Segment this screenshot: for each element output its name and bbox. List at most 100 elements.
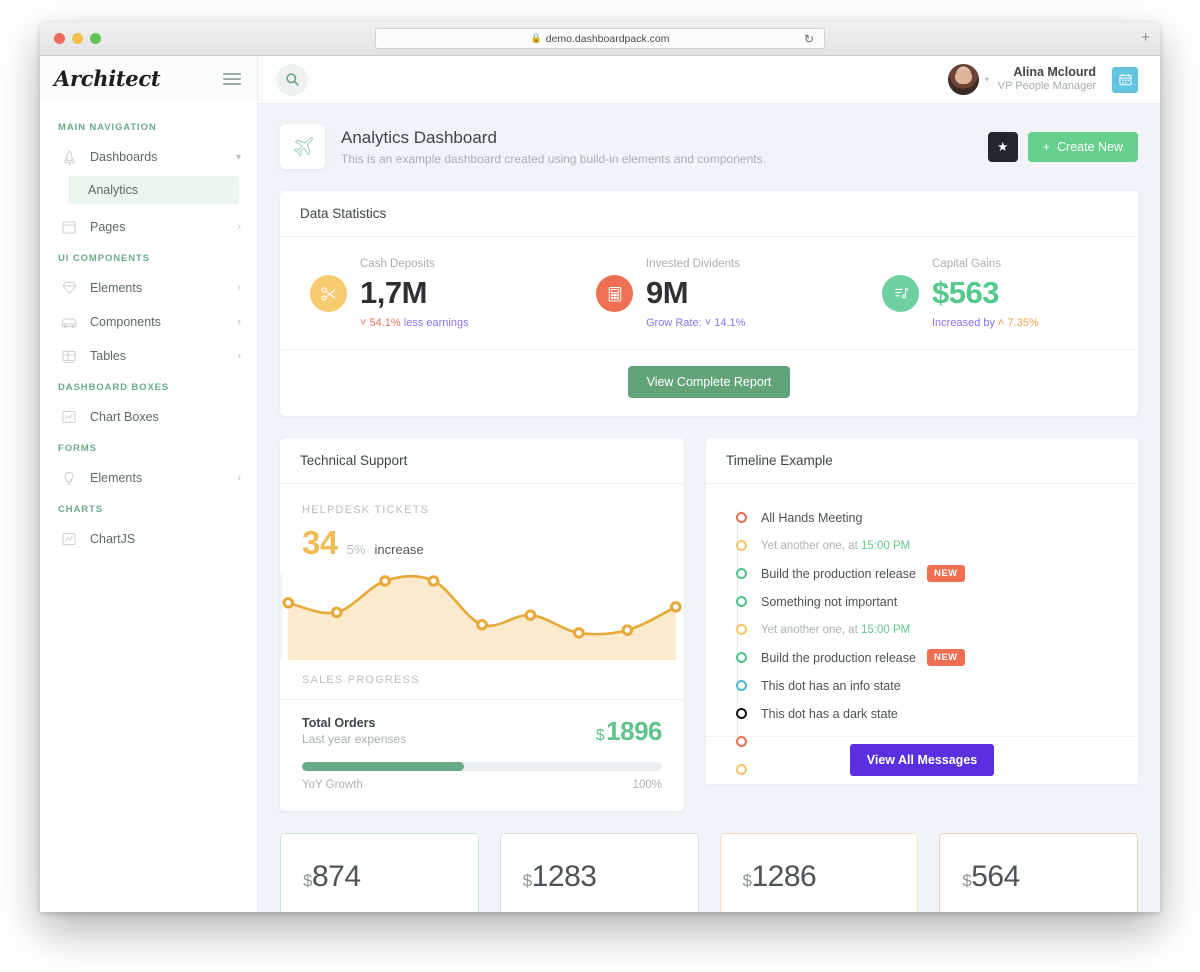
timeline-item[interactable]: Yet another one, at 15:00 PM [732, 532, 1116, 560]
timeline-item[interactable]: This dot has a dark state [732, 700, 1116, 728]
sidebar-item-dashboards[interactable]: Dashboards ▾ [40, 140, 257, 174]
sidebar-item-label: Elements [90, 471, 237, 485]
stat-invested-dividents: Invested Dividents 9M Grow Rate: ˅ 14.1% [566, 259, 852, 329]
search-icon[interactable] [276, 64, 308, 96]
sales-progress-label: SALES PROGRESS [280, 660, 684, 700]
user-name: Alina Mclourd [998, 65, 1096, 81]
technical-support-column: Technical Support HELPDESK TICKETS 34 5%… [258, 438, 695, 833]
chevron-right-icon: › [237, 316, 241, 328]
mini-stat-card[interactable]: $564 [939, 833, 1138, 913]
arrow-down-icon: ˅ [360, 317, 366, 329]
main-area: ▾ Alina Mclourd VP People Manager [258, 56, 1160, 912]
mini-stat-card[interactable]: $874 [280, 833, 479, 913]
timeline-item-time: 15:00 PM [861, 540, 910, 552]
new-tab-button[interactable]: + [1141, 30, 1150, 45]
scissors-icon [310, 275, 347, 312]
chevron-right-icon: › [237, 282, 241, 294]
user-menu[interactable]: ▾ Alina Mclourd VP People Manager [948, 64, 1138, 95]
timeline-item[interactable]: Yet another one, at 15:00 PM [732, 616, 1116, 644]
sidebar-item-tables[interactable]: Tables › [40, 339, 257, 373]
data-statistics-footer: View Complete Report [280, 350, 1138, 416]
table-icon [58, 350, 80, 363]
timeline-item[interactable]: This dot has an info state [732, 672, 1116, 700]
stat-delta: Increased by ˄ 7.35% [932, 318, 1039, 329]
stat-delta-prefix: Grow Rate: [646, 317, 702, 329]
helpdesk-percent: 5% [347, 542, 366, 557]
stat-capital-gains: Capital Gains $563 Increased by ˄ 7.35% [852, 259, 1138, 329]
status-badge: NEW [927, 565, 965, 582]
view-complete-report-button[interactable]: View Complete Report [628, 366, 791, 398]
app-shell: Architect MAIN NAVIGATION [40, 56, 1160, 912]
nav-heading-dashboard-boxes: DASHBOARD BOXES [40, 373, 257, 400]
timeline-item[interactable]: Build the production releaseNEW [732, 560, 1116, 588]
sidebar-item-analytics[interactable]: Analytics [70, 176, 239, 204]
timeline-item-text: Something not important [761, 595, 897, 609]
timeline-item[interactable]: Build the production releaseNEW [732, 644, 1116, 672]
sidebar-item-components[interactable]: Components › [40, 305, 257, 339]
timeline-item-time: 15:00 PM [861, 624, 910, 636]
stat-delta-value: 54.1% [370, 317, 401, 329]
rocket-icon [58, 150, 80, 165]
sidebar-item-chartjs[interactable]: ChartJS [40, 522, 257, 556]
nav-heading-forms: FORMS [40, 434, 257, 461]
timeline-item[interactable]: All Hands Meeting [732, 504, 1116, 532]
sidebar-item-elements-forms[interactable]: Elements › [40, 461, 257, 495]
calendar-icon[interactable] [1112, 67, 1138, 93]
stat-delta: ˅ 54.1% less earnings [360, 318, 469, 329]
stat-label: Invested Dividents [646, 259, 745, 271]
star-icon[interactable]: ★ [988, 132, 1018, 162]
stat-value: 9M [646, 277, 745, 308]
sidebar-item-elements-ui[interactable]: Elements › [40, 271, 257, 305]
create-new-button[interactable]: + Create New [1028, 132, 1138, 162]
total-orders-section: Total Orders Last year expenses $1896 [280, 700, 684, 811]
timeline-item[interactable]: Something not important [732, 588, 1116, 616]
brand-logo[interactable]: Architect [54, 66, 160, 91]
helpdesk-metric-row: 34 5% increase [302, 524, 662, 562]
view-all-messages-button[interactable]: View All Messages [850, 744, 994, 776]
sidebar-item-label: Components [90, 315, 237, 329]
chart-data-point [526, 610, 535, 618]
technical-support-title: Technical Support [280, 438, 684, 484]
mini-stat-card[interactable]: $1283 [500, 833, 699, 913]
total-orders-subtitle: Last year expenses [302, 732, 406, 746]
currency-symbol: $ [523, 871, 532, 890]
maximize-window-button[interactable] [90, 33, 101, 44]
stat-label: Capital Gains [932, 259, 1039, 271]
avatar[interactable] [948, 64, 979, 95]
yoy-growth-progress-bar [302, 762, 662, 771]
address-bar[interactable]: 🔒 demo.dashboardpack.com ↻ [375, 28, 825, 49]
total-orders-top: Total Orders Last year expenses $1896 [302, 716, 662, 747]
stat-label: Cash Deposits [360, 259, 469, 271]
diamond-icon [58, 281, 80, 295]
close-window-button[interactable] [54, 33, 65, 44]
stat-body: Cash Deposits 1,7M ˅ 54.1% less earnings [360, 259, 469, 329]
currency-symbol: $ [596, 727, 604, 744]
stat-cash-deposits: Cash Deposits 1,7M ˅ 54.1% less earnings [280, 259, 566, 329]
sidebar-item-pages[interactable]: Pages › [40, 210, 257, 244]
music-icon [882, 275, 919, 312]
currency-symbol: $ [303, 871, 312, 890]
chevron-down-icon[interactable]: ▾ [985, 75, 989, 84]
helpdesk-area-chart-svg [280, 564, 684, 660]
reload-icon[interactable]: ↻ [804, 33, 814, 46]
browser-window: 🔒 demo.dashboardpack.com ↻ + Architect M… [40, 22, 1160, 912]
minimize-window-button[interactable] [72, 33, 83, 44]
sidebar: Architect MAIN NAVIGATION [40, 56, 258, 912]
mini-stat-value: $564 [962, 860, 1137, 894]
chart-data-point [381, 576, 390, 584]
technical-support-card: Technical Support HELPDESK TICKETS 34 5%… [280, 438, 684, 811]
timeline-item-text: Build the production release [761, 651, 916, 665]
data-statistics-title: Data Statistics [280, 191, 1138, 237]
sidebar-item-chart-boxes[interactable]: Chart Boxes [40, 400, 257, 434]
currency-symbol: $ [743, 871, 752, 890]
create-new-label: Create New [1057, 140, 1123, 154]
mini-stat-card[interactable]: $1286 [720, 833, 919, 913]
hamburger-icon[interactable] [223, 73, 241, 85]
sidebar-item-label: Tables [90, 349, 237, 363]
nav-heading-ui: UI COMPONENTS [40, 244, 257, 271]
timeline-dot-icon [736, 512, 747, 523]
timeline-item-text: This dot has an info state [761, 679, 901, 693]
total-orders-title: Total Orders [302, 716, 406, 730]
stat-delta-value: 7.35% [1008, 317, 1039, 329]
currency-symbol: $ [962, 871, 971, 890]
